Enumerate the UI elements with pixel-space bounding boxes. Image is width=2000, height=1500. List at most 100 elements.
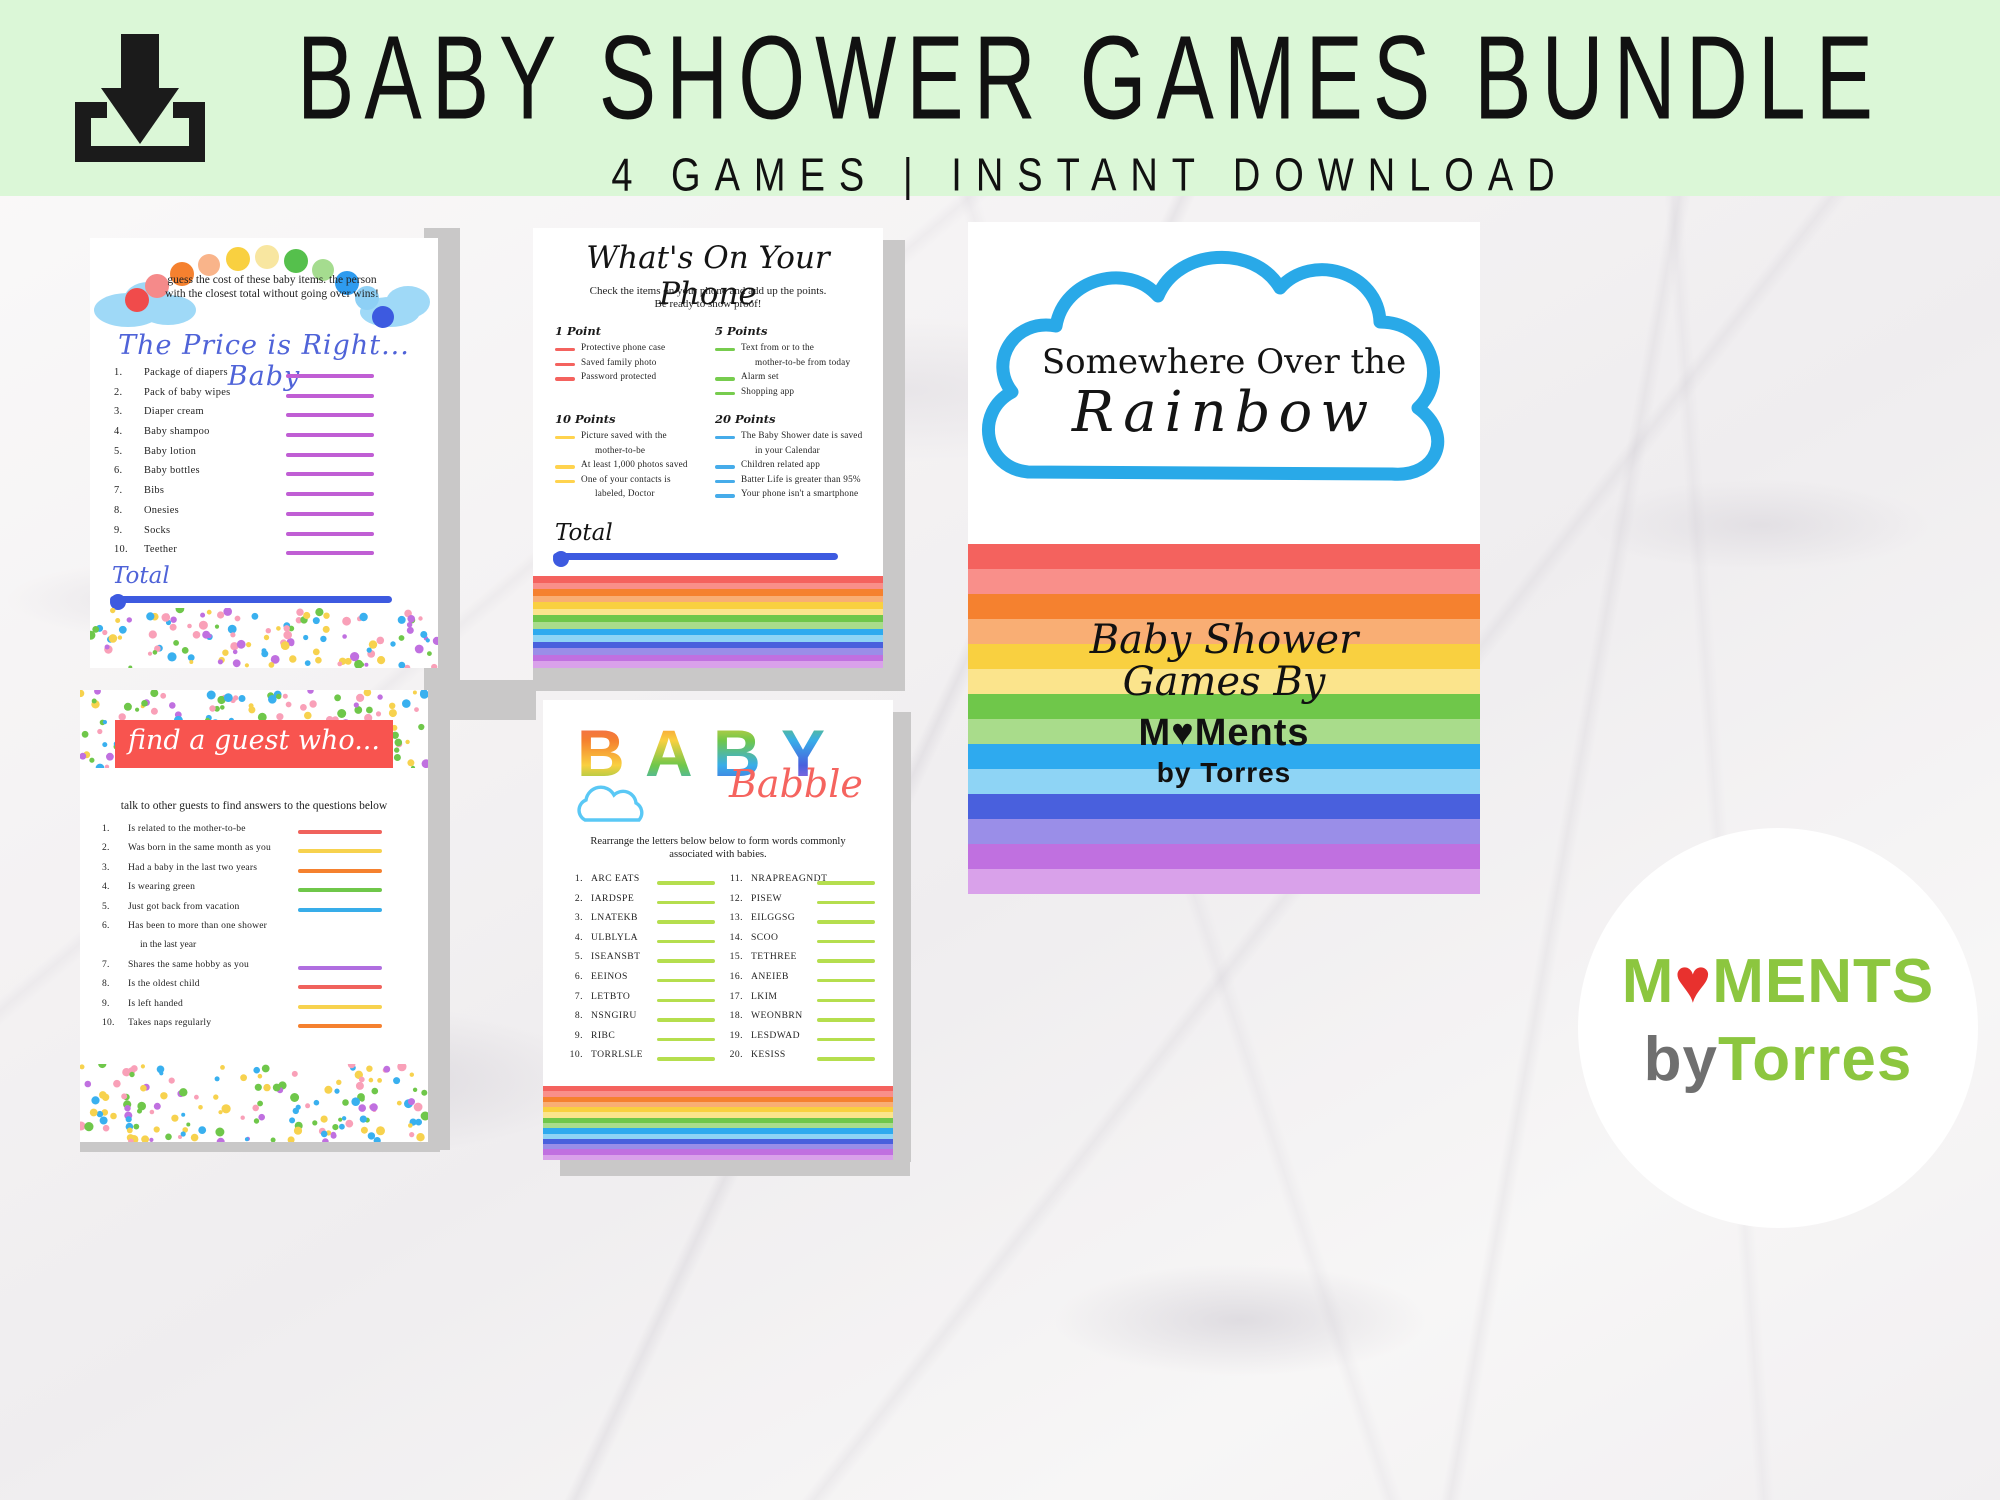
phone-checklist-rule[interactable]: [715, 479, 735, 484]
price-item-answer-rule[interactable]: [286, 433, 374, 438]
phone-checklist-item[interactable]: Saved family photo: [555, 357, 715, 372]
find-guest-answer-rule[interactable]: [298, 965, 382, 970]
find-guest-answer-rule[interactable]: [298, 1023, 382, 1028]
price-item-answer-rule[interactable]: [286, 531, 374, 536]
phone-checklist-item: mother-to-be from today: [715, 357, 875, 372]
phone-checklist-item[interactable]: Text from or to the: [715, 342, 875, 357]
babble-word-label: LETBTO: [591, 990, 631, 1002]
confetti-graphic: [90, 608, 438, 668]
phone-checklist-item[interactable]: At least 1,000 photos saved: [555, 459, 715, 474]
babble-word-number: 7.: [574, 990, 583, 1002]
phone-checklist-item[interactable]: Password protected: [555, 371, 715, 386]
find-guest-row: 9. Is left handed: [102, 997, 412, 1016]
babble-answer-rule[interactable]: [817, 939, 875, 944]
price-item-row: 1. Package of diapers: [114, 366, 414, 386]
babble-word-number: 15.: [729, 951, 743, 963]
phone-checklist-rule[interactable]: [555, 362, 575, 366]
babble-answer-rule[interactable]: [817, 920, 875, 924]
find-guest-answer-rule[interactable]: [298, 1004, 382, 1009]
price-item-number: 5.: [114, 445, 123, 457]
babble-answer-rule[interactable]: [657, 900, 715, 905]
price-item-number: 2.: [114, 386, 123, 398]
babble-answer-rule[interactable]: [817, 1057, 875, 1061]
price-item-answer-rule[interactable]: [286, 492, 374, 497]
phone-checklist-label: Batter Life is greater than 95%: [741, 473, 861, 484]
phone-checklist-label: The Baby Shower date is saved: [741, 430, 863, 440]
phone-checklist-item[interactable]: One of your contacts is: [555, 474, 715, 489]
price-item-answer-rule[interactable]: [286, 472, 374, 477]
babble-answer-rule[interactable]: [657, 1037, 715, 1042]
phone-checklist-rule[interactable]: [555, 465, 575, 469]
phone-checklist-item[interactable]: Your phone isn't a smartphone: [715, 488, 875, 503]
price-item-label: Pack of baby wipes: [144, 386, 231, 398]
phone-checklist-rule[interactable]: [715, 436, 735, 440]
babble-word-number: 14.: [729, 931, 743, 943]
babble-answer-rule[interactable]: [657, 939, 715, 944]
phone-checklist-rule[interactable]: [555, 479, 575, 484]
phone-checklist-item[interactable]: Children related app: [715, 459, 875, 474]
babble-answer-rule[interactable]: [817, 1018, 875, 1022]
phone-checklist-label: Shopping app: [741, 385, 795, 396]
price-item-answer-rule[interactable]: [286, 413, 374, 418]
price-item-answer-rule[interactable]: [286, 511, 374, 516]
babble-word-label: ANEIEB: [751, 970, 789, 982]
price-item-answer-rule[interactable]: [286, 452, 374, 457]
price-item-row: 5. Baby lotion: [114, 445, 414, 465]
babble-answer-rule[interactable]: [817, 881, 875, 885]
babble-word-number: 17.: [729, 990, 743, 1002]
babble-answer-rule[interactable]: [657, 998, 715, 1003]
phone-checklist-rule[interactable]: [555, 348, 575, 352]
babble-answer-rule[interactable]: [817, 978, 875, 983]
rainbow-brand-line1: Baby Shower: [1089, 617, 1359, 663]
price-item-row: 2. Pack of baby wipes: [114, 386, 414, 406]
babble-answer-rule[interactable]: [657, 881, 715, 885]
find-guest-answer-rule[interactable]: [298, 868, 382, 873]
price-item-answer-rule[interactable]: [286, 374, 374, 378]
babble-words-left: 1. ARC EATS 2. IARDSPE 3. LNATEKB 4. ULBLYLA 5. I…: [561, 872, 726, 1068]
phone-checklist-item[interactable]: The Baby Shower date is saved: [715, 430, 875, 445]
babble-answer-rule[interactable]: [817, 959, 875, 963]
find-guest-answer-rule[interactable]: [298, 888, 382, 893]
phone-checklist-item[interactable]: Protective phone case: [555, 342, 715, 357]
find-guest-answer-rule[interactable]: [298, 907, 382, 912]
phone-checklist-rule[interactable]: [715, 465, 735, 469]
phone-total-dot: [553, 551, 569, 567]
phone-checklist-item[interactable]: Shopping app: [715, 386, 875, 401]
babble-answer-rule[interactable]: [657, 1018, 715, 1022]
phone-checklist-item: labeled, Doctor: [555, 488, 715, 503]
price-item-row: 7. Bibs: [114, 484, 414, 504]
babble-word-row: 1. ARC EATS: [561, 872, 726, 892]
babble-answer-rule[interactable]: [817, 900, 875, 905]
find-guest-number: 6.: [102, 919, 110, 931]
babble-word-label: RIBC: [591, 1029, 616, 1041]
phone-checklist-rule[interactable]: [555, 377, 575, 381]
find-guest-number: 4.: [102, 881, 110, 893]
game-card-find-a-guest-who: find a guest who... talk to other guests…: [80, 690, 428, 1142]
babble-answer-rule[interactable]: [817, 1037, 875, 1042]
find-guest-row: 5. Just got back from vacation: [102, 900, 412, 919]
phone-checklist-item[interactable]: Picture saved with the: [555, 430, 715, 445]
phone-checklist-rule[interactable]: [715, 494, 735, 498]
babble-answer-rule[interactable]: [657, 959, 715, 963]
babble-answer-rule[interactable]: [657, 920, 715, 924]
find-guest-number: 3.: [102, 861, 110, 873]
phone-group-10points: 10 Points Picture saved with the mother-to…: [555, 412, 715, 503]
watermark-text-torres: Torres: [1717, 1025, 1913, 1094]
find-guest-answer-rule[interactable]: [298, 985, 382, 990]
find-guest-answer-rule[interactable]: [298, 830, 382, 834]
babble-answer-rule[interactable]: [657, 978, 715, 983]
phone-checklist-rule[interactable]: [555, 436, 575, 440]
babble-answer-rule[interactable]: [657, 1057, 715, 1061]
price-item-row: 4. Baby shampoo: [114, 425, 414, 445]
phone-checklist-item[interactable]: Batter Life is greater than 95%: [715, 474, 875, 489]
babble-word-row: 9. RIBC: [561, 1029, 726, 1049]
price-item-answer-rule[interactable]: [286, 551, 374, 556]
phone-checklist-item[interactable]: Alarm set: [715, 371, 875, 386]
find-guest-answer-rule[interactable]: [298, 849, 382, 854]
price-item-answer-rule[interactable]: [286, 393, 374, 398]
babble-word-row: 17. LKIM: [721, 990, 886, 1010]
babble-answer-rule[interactable]: [817, 998, 875, 1003]
phone-checklist-rule[interactable]: [715, 391, 735, 396]
phone-checklist-rule[interactable]: [715, 348, 735, 352]
phone-checklist-rule[interactable]: [715, 377, 735, 381]
